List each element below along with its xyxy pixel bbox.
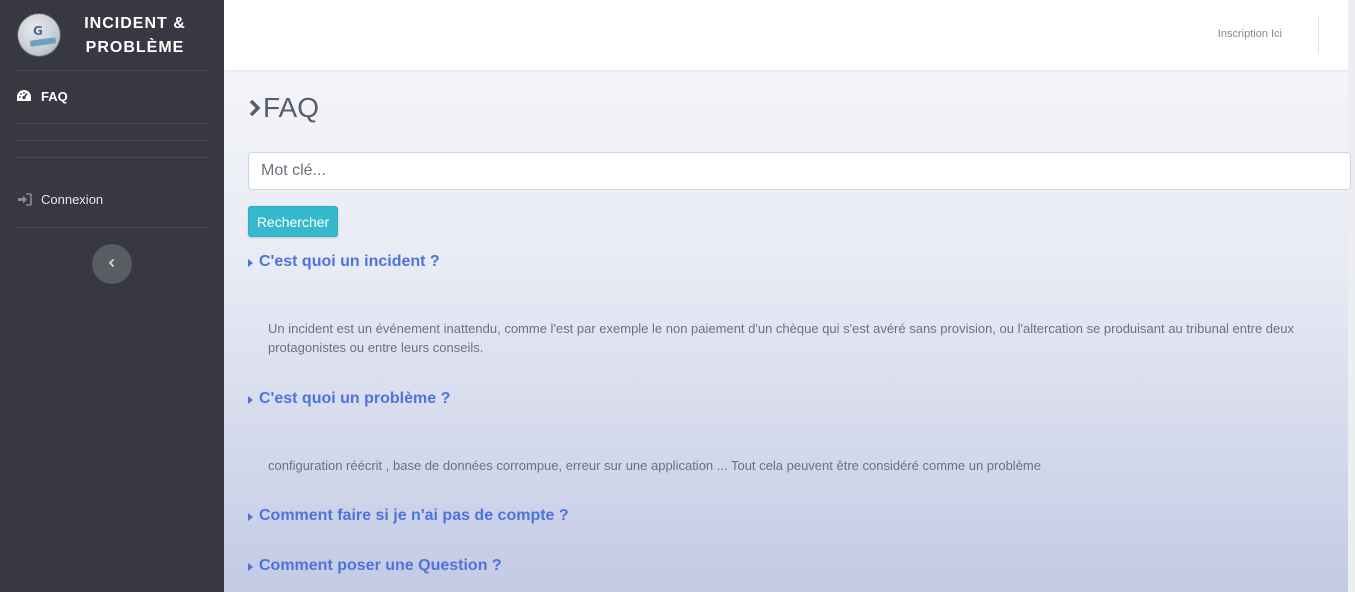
sidebar-item-connexion[interactable]: Connexion (16, 191, 103, 207)
sidebar-item-label: Connexion (41, 191, 104, 207)
topbar: Inscription Ici (224, 0, 1355, 70)
sidebar-item-faq[interactable]: FAQ (16, 88, 68, 104)
caret-right-icon (248, 395, 253, 404)
sidebar-toggle-button[interactable] (92, 244, 132, 284)
logo-icon: G (18, 14, 60, 56)
faq-question-text: Comment poser une Question ? (259, 557, 502, 574)
sign-in-icon (16, 191, 32, 207)
page-title-text: FAQ (263, 92, 320, 123)
faq-answer: configuration réécrit , base de données … (268, 458, 1041, 473)
faq-question[interactable]: C'est quoi un problème ? (248, 390, 450, 408)
sidebar-divider (16, 70, 208, 71)
brand-title: INCIDENT & PROBLÈME (70, 12, 200, 60)
caret-right-icon (248, 258, 253, 267)
caret-right-icon (248, 562, 253, 571)
search-input[interactable] (248, 152, 1351, 190)
chevron-right-icon (248, 98, 262, 118)
chevron-left-icon (108, 255, 116, 273)
caret-right-icon (248, 512, 253, 521)
sidebar-divider (16, 123, 208, 124)
brand-title-line2: PROBLÈME (85, 39, 185, 56)
brand[interactable]: G INCIDENT & PROBLÈME (0, 0, 224, 70)
faq-answer: Un incident est un événement inattendu, … (268, 321, 1294, 355)
search-button[interactable]: Rechercher (248, 206, 338, 237)
main-content: Inscription Ici FAQ Rechercher C'est quo… (224, 0, 1355, 592)
signup-link[interactable]: Inscription Ici (1218, 28, 1282, 40)
faq-question-text: C'est quoi un incident ? (259, 253, 440, 270)
scrollbar[interactable] (1348, 0, 1355, 592)
sidebar-divider (16, 140, 208, 141)
faq-question[interactable]: Comment poser une Question ? (248, 557, 502, 575)
app: G INCIDENT & PROBLÈME FAQ Connexion Insc… (0, 0, 1355, 592)
faq-question-text: Comment faire si je n'ai pas de compte ? (259, 507, 569, 524)
sidebar-divider (16, 227, 208, 228)
logo-letter: G (33, 24, 43, 38)
faq-question[interactable]: C'est quoi un incident ? (248, 253, 440, 271)
sidebar: G INCIDENT & PROBLÈME FAQ Connexion (0, 0, 224, 592)
tachometer-icon (16, 88, 32, 104)
faq-question[interactable]: Comment faire si je n'ai pas de compte ? (248, 507, 569, 525)
brand-title-line1: INCIDENT & (84, 15, 186, 32)
faq-question-text: C'est quoi un problème ? (259, 390, 451, 407)
page-title: FAQ (248, 92, 319, 124)
topbar-divider (1318, 16, 1319, 54)
sidebar-divider (16, 157, 208, 158)
sidebar-item-label: FAQ (41, 88, 68, 104)
